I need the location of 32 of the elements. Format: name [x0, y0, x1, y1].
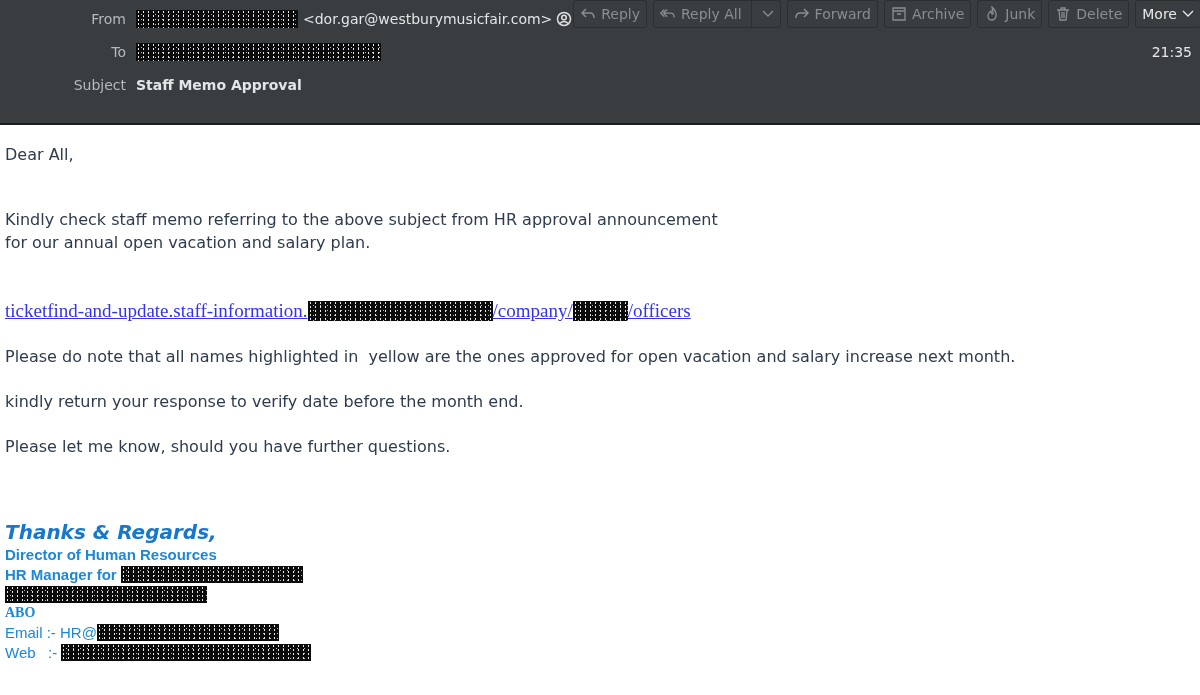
greeting-text: Dear All,: [5, 144, 75, 166]
signature-line: Email :- HR@: [5, 623, 97, 641]
toolbar-button[interactable]: Forward: [786, 0, 878, 28]
sender-address: <dor.gar@westburymusicfair.com>: [303, 10, 553, 27]
toolbar-button[interactable]: Archive: [883, 0, 972, 28]
subject-text: Staff Memo Approval: [136, 76, 302, 93]
signature-line: Director of Human Resources: [5, 545, 217, 563]
signature-line: HR Manager for: [5, 565, 118, 583]
body-paragraph: kindly return your response to verify date before the month end.: [5, 391, 525, 413]
field-label: From: [90, 10, 126, 27]
caret-icon: [761, 10, 774, 18]
redaction-block: [572, 301, 628, 321]
link-text[interactable]: ticketfind-and-update.staff-information.: [5, 300, 308, 322]
signature-line: ABO: [5, 605, 36, 621]
toolbar-button[interactable]: Reply All: [653, 0, 781, 28]
trash-icon: [1055, 6, 1072, 22]
archive-icon: [890, 6, 907, 22]
body-paragraph: Please let me know, should you have further questions.: [5, 436, 452, 458]
link-text[interactable]: /officers: [627, 300, 691, 322]
message-time: 21:35: [1151, 43, 1192, 60]
field-label: To: [110, 43, 126, 60]
signature-line: Web :-: [5, 643, 59, 661]
body-paragraph: Kindly check staff memo referring to the above subject from HR approval announcement for our annual open vacation and salary plan.: [5, 209, 719, 254]
field-label: Subject: [72, 76, 126, 93]
toolbar-button[interactable]: Delete: [1048, 0, 1130, 28]
toolbar-button[interactable]: Reply: [573, 0, 647, 28]
caret-icon: [1182, 10, 1194, 18]
toolbar-button[interactable]: Junk: [977, 0, 1043, 28]
contact-icon[interactable]: [556, 10, 573, 27]
more-menu-button[interactable]: More: [1135, 0, 1200, 28]
signature-closing: Thanks & Regards,: [5, 521, 218, 544]
body-paragraph: Please do note that all names highlighted in yellow are the ones approved for open vacation and salary increase next month.: [5, 346, 1017, 368]
